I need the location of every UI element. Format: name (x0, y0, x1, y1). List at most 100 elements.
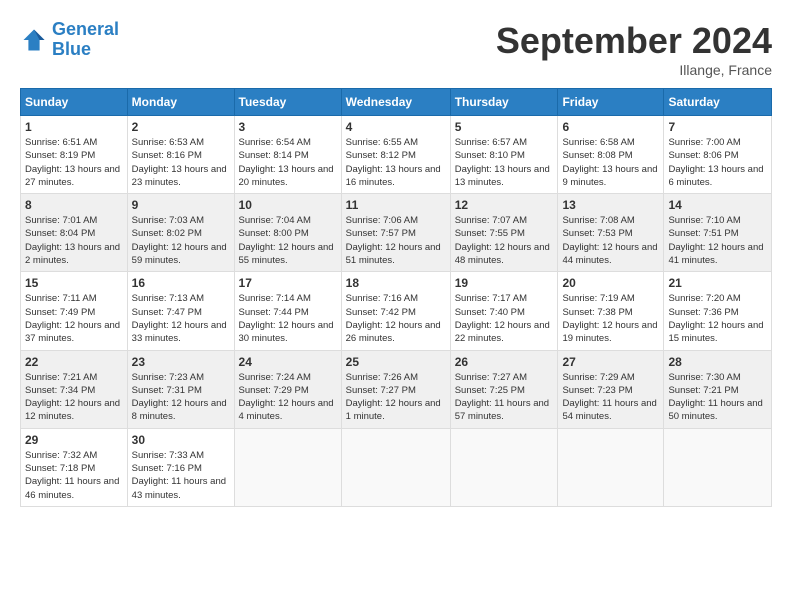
logo-icon (20, 26, 48, 54)
calendar-cell: 17 Sunrise: 7:14 AMSunset: 7:44 PMDaylig… (234, 272, 341, 350)
day-info: Sunrise: 6:54 AMSunset: 8:14 PMDaylight:… (239, 136, 337, 189)
day-number: 16 (132, 276, 230, 290)
day-info: Sunrise: 6:51 AMSunset: 8:19 PMDaylight:… (25, 136, 123, 189)
logo: General Blue (20, 20, 119, 60)
calendar-cell (450, 428, 558, 506)
col-wednesday: Wednesday (341, 89, 450, 116)
day-number: 29 (25, 433, 123, 447)
day-number: 30 (132, 433, 230, 447)
day-info: Sunrise: 7:11 AMSunset: 7:49 PMDaylight:… (25, 292, 123, 345)
day-info: Sunrise: 7:23 AMSunset: 7:31 PMDaylight:… (132, 371, 230, 424)
day-info: Sunrise: 7:14 AMSunset: 7:44 PMDaylight:… (239, 292, 337, 345)
title-block: September 2024 Illange, France (496, 20, 772, 78)
day-info: Sunrise: 7:16 AMSunset: 7:42 PMDaylight:… (346, 292, 446, 345)
day-number: 8 (25, 198, 123, 212)
day-info: Sunrise: 7:30 AMSunset: 7:21 PMDaylight:… (668, 371, 767, 424)
day-number: 3 (239, 120, 337, 134)
calendar-body: 1 Sunrise: 6:51 AMSunset: 8:19 PMDayligh… (21, 116, 772, 507)
col-tuesday: Tuesday (234, 89, 341, 116)
calendar-cell: 1 Sunrise: 6:51 AMSunset: 8:19 PMDayligh… (21, 116, 128, 194)
day-number: 7 (668, 120, 767, 134)
calendar-cell: 30 Sunrise: 7:33 AMSunset: 7:16 PMDaylig… (127, 428, 234, 506)
calendar-cell: 29 Sunrise: 7:32 AMSunset: 7:18 PMDaylig… (21, 428, 128, 506)
day-info: Sunrise: 7:06 AMSunset: 7:57 PMDaylight:… (346, 214, 446, 267)
day-number: 24 (239, 355, 337, 369)
calendar-cell: 13 Sunrise: 7:08 AMSunset: 7:53 PMDaylig… (558, 194, 664, 272)
day-number: 14 (668, 198, 767, 212)
day-info: Sunrise: 7:29 AMSunset: 7:23 PMDaylight:… (562, 371, 659, 424)
calendar-cell: 24 Sunrise: 7:24 AMSunset: 7:29 PMDaylig… (234, 350, 341, 428)
calendar-cell: 22 Sunrise: 7:21 AMSunset: 7:34 PMDaylig… (21, 350, 128, 428)
calendar-cell: 26 Sunrise: 7:27 AMSunset: 7:25 PMDaylig… (450, 350, 558, 428)
calendar-cell: 19 Sunrise: 7:17 AMSunset: 7:40 PMDaylig… (450, 272, 558, 350)
header: General Blue September 2024 Illange, Fra… (20, 20, 772, 78)
calendar-cell: 20 Sunrise: 7:19 AMSunset: 7:38 PMDaylig… (558, 272, 664, 350)
calendar-cell: 27 Sunrise: 7:29 AMSunset: 7:23 PMDaylig… (558, 350, 664, 428)
day-number: 2 (132, 120, 230, 134)
day-number: 22 (25, 355, 123, 369)
day-info: Sunrise: 7:27 AMSunset: 7:25 PMDaylight:… (455, 371, 554, 424)
calendar-cell: 16 Sunrise: 7:13 AMSunset: 7:47 PMDaylig… (127, 272, 234, 350)
day-number: 28 (668, 355, 767, 369)
day-number: 27 (562, 355, 659, 369)
calendar-cell: 5 Sunrise: 6:57 AMSunset: 8:10 PMDayligh… (450, 116, 558, 194)
calendar-cell: 12 Sunrise: 7:07 AMSunset: 7:55 PMDaylig… (450, 194, 558, 272)
day-info: Sunrise: 7:04 AMSunset: 8:00 PMDaylight:… (239, 214, 337, 267)
col-saturday: Saturday (664, 89, 772, 116)
day-info: Sunrise: 7:08 AMSunset: 7:53 PMDaylight:… (562, 214, 659, 267)
calendar-cell (664, 428, 772, 506)
day-number: 21 (668, 276, 767, 290)
calendar-cell: 14 Sunrise: 7:10 AMSunset: 7:51 PMDaylig… (664, 194, 772, 272)
day-number: 19 (455, 276, 554, 290)
calendar-table: Sunday Monday Tuesday Wednesday Thursday… (20, 88, 772, 507)
calendar-cell: 2 Sunrise: 6:53 AMSunset: 8:16 PMDayligh… (127, 116, 234, 194)
day-info: Sunrise: 7:10 AMSunset: 7:51 PMDaylight:… (668, 214, 767, 267)
day-number: 18 (346, 276, 446, 290)
day-info: Sunrise: 7:24 AMSunset: 7:29 PMDaylight:… (239, 371, 337, 424)
day-number: 15 (25, 276, 123, 290)
day-info: Sunrise: 7:03 AMSunset: 8:02 PMDaylight:… (132, 214, 230, 267)
logo-line2: Blue (52, 39, 91, 59)
logo-line1: General (52, 19, 119, 39)
month-title: September 2024 (496, 20, 772, 62)
calendar-cell: 21 Sunrise: 7:20 AMSunset: 7:36 PMDaylig… (664, 272, 772, 350)
day-number: 11 (346, 198, 446, 212)
day-number: 9 (132, 198, 230, 212)
day-info: Sunrise: 7:20 AMSunset: 7:36 PMDaylight:… (668, 292, 767, 345)
day-info: Sunrise: 6:58 AMSunset: 8:08 PMDaylight:… (562, 136, 659, 189)
calendar-cell: 18 Sunrise: 7:16 AMSunset: 7:42 PMDaylig… (341, 272, 450, 350)
calendar-row: 15 Sunrise: 7:11 AMSunset: 7:49 PMDaylig… (21, 272, 772, 350)
logo-text: General Blue (52, 20, 119, 60)
day-number: 17 (239, 276, 337, 290)
day-number: 10 (239, 198, 337, 212)
calendar-row: 8 Sunrise: 7:01 AMSunset: 8:04 PMDayligh… (21, 194, 772, 272)
calendar-cell: 11 Sunrise: 7:06 AMSunset: 7:57 PMDaylig… (341, 194, 450, 272)
page: General Blue September 2024 Illange, Fra… (0, 0, 792, 517)
col-friday: Friday (558, 89, 664, 116)
col-thursday: Thursday (450, 89, 558, 116)
day-info: Sunrise: 7:00 AMSunset: 8:06 PMDaylight:… (668, 136, 767, 189)
day-info: Sunrise: 7:32 AMSunset: 7:18 PMDaylight:… (25, 449, 123, 502)
day-info: Sunrise: 7:01 AMSunset: 8:04 PMDaylight:… (25, 214, 123, 267)
calendar-cell: 6 Sunrise: 6:58 AMSunset: 8:08 PMDayligh… (558, 116, 664, 194)
calendar-cell: 8 Sunrise: 7:01 AMSunset: 8:04 PMDayligh… (21, 194, 128, 272)
calendar-cell (234, 428, 341, 506)
calendar-cell (341, 428, 450, 506)
day-info: Sunrise: 7:33 AMSunset: 7:16 PMDaylight:… (132, 449, 230, 502)
calendar-cell: 15 Sunrise: 7:11 AMSunset: 7:49 PMDaylig… (21, 272, 128, 350)
calendar-row: 1 Sunrise: 6:51 AMSunset: 8:19 PMDayligh… (21, 116, 772, 194)
day-info: Sunrise: 7:19 AMSunset: 7:38 PMDaylight:… (562, 292, 659, 345)
day-number: 12 (455, 198, 554, 212)
calendar-cell: 3 Sunrise: 6:54 AMSunset: 8:14 PMDayligh… (234, 116, 341, 194)
calendar-cell: 23 Sunrise: 7:23 AMSunset: 7:31 PMDaylig… (127, 350, 234, 428)
calendar-cell (558, 428, 664, 506)
calendar-row: 22 Sunrise: 7:21 AMSunset: 7:34 PMDaylig… (21, 350, 772, 428)
day-info: Sunrise: 7:21 AMSunset: 7:34 PMDaylight:… (25, 371, 123, 424)
day-info: Sunrise: 6:57 AMSunset: 8:10 PMDaylight:… (455, 136, 554, 189)
col-sunday: Sunday (21, 89, 128, 116)
day-number: 6 (562, 120, 659, 134)
day-info: Sunrise: 7:07 AMSunset: 7:55 PMDaylight:… (455, 214, 554, 267)
day-number: 5 (455, 120, 554, 134)
day-number: 20 (562, 276, 659, 290)
day-info: Sunrise: 7:17 AMSunset: 7:40 PMDaylight:… (455, 292, 554, 345)
